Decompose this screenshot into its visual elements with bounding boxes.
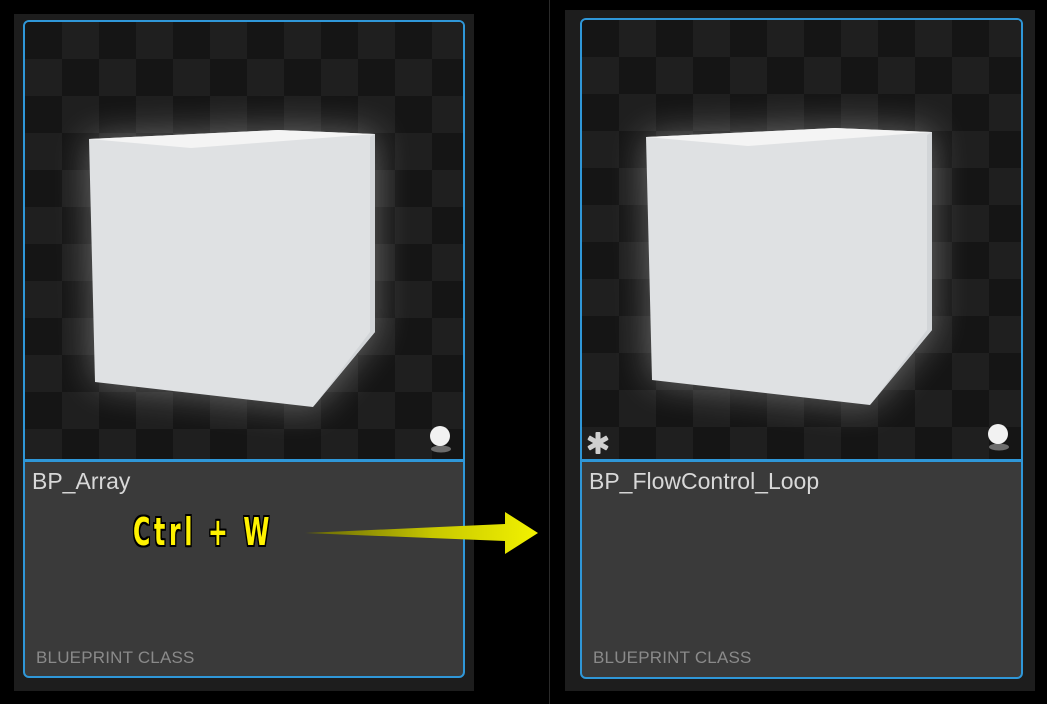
thumbnail-separator — [582, 459, 1021, 462]
actor-icon — [988, 424, 1009, 451]
asset-thumbnail — [25, 22, 463, 459]
actor-icon — [430, 426, 451, 453]
asterisk-icon — [587, 432, 609, 454]
content-browser-view: BP_Array BLUEPRINT CLASS BP_FlowControl_… — [0, 0, 1047, 704]
asset-thumbnail — [582, 20, 1021, 459]
asset-name: BP_Array — [32, 468, 131, 494]
asset-tile-bp-array[interactable]: BP_Array BLUEPRINT CLASS — [23, 20, 465, 678]
arrow-right-icon — [305, 512, 538, 554]
panel-divider — [549, 0, 550, 704]
asset-name: BP_FlowControl_Loop — [589, 468, 820, 494]
asset-tile-bp-flowcontrol-loop[interactable]: BP_FlowControl_Loop BLUEPRINT CLASS — [580, 18, 1023, 679]
cube-thumbnail-icon — [89, 130, 375, 407]
cube-thumbnail-icon — [646, 128, 932, 405]
asset-type-label: BLUEPRINT CLASS — [593, 648, 752, 667]
thumbnail-separator — [25, 459, 463, 462]
asset-type-label: BLUEPRINT CLASS — [36, 648, 195, 667]
shortcut-annotation: Ctrl + W — [133, 510, 274, 554]
